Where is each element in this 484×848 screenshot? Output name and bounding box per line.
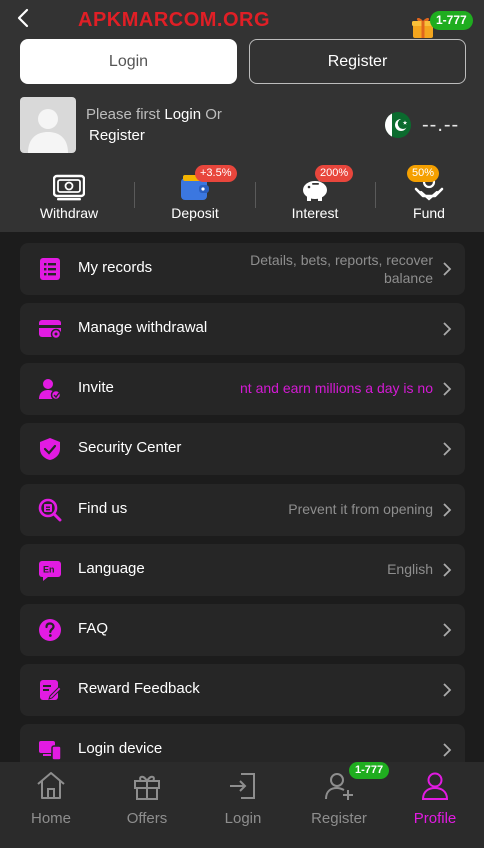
nav-label: Login — [224, 810, 262, 827]
deposit-bonus-badge: +3.5% — [195, 165, 237, 182]
interest-action[interactable]: 200% Interest — [265, 165, 365, 226]
divider — [375, 182, 376, 208]
selected-language: English — [387, 561, 433, 577]
watermark: APKMARCOM.ORG — [78, 9, 271, 31]
interest-bonus-badge: 200% — [315, 165, 354, 182]
nav-label: Register — [311, 810, 367, 827]
chevron-right-icon — [441, 622, 453, 638]
fund-bonus-badge: 50% — [407, 165, 440, 182]
chevron-right-icon — [441, 261, 453, 277]
avatar[interactable] — [20, 97, 76, 153]
back-arrow-icon[interactable] — [12, 6, 36, 30]
nav-home[interactable]: Home — [3, 762, 99, 848]
login-prompt-prefix: Please first — [86, 106, 165, 123]
deposit-label: Deposit — [171, 205, 219, 221]
deposit-action[interactable]: +3.5% Deposit — [145, 165, 245, 226]
menu-item-description: Prevent it from opening — [288, 501, 433, 517]
chevron-right-icon — [441, 682, 453, 698]
login-button[interactable]: Login — [20, 39, 237, 84]
pakistan-flag-icon[interactable] — [385, 112, 411, 138]
menu-item-manage-withdrawal[interactable]: Manage withdrawal — [20, 303, 465, 355]
menu-item-label: Login device — [78, 740, 163, 757]
menu-item-my-records[interactable]: My records Details, bets, reports, recov… — [20, 243, 465, 295]
menu-item-find-us[interactable]: Find us Prevent it from opening — [20, 484, 465, 536]
records-icon — [38, 257, 62, 281]
language-icon: En — [38, 558, 62, 582]
chevron-right-icon — [441, 502, 453, 518]
fund-action[interactable]: 50% Fund — [379, 165, 479, 226]
withdraw-label: Withdraw — [39, 205, 99, 221]
menu-item-reward-feedback[interactable]: Reward Feedback — [20, 664, 465, 716]
chevron-right-icon — [441, 321, 453, 337]
profile-icon — [419, 770, 451, 802]
nav-login[interactable]: Login — [195, 762, 291, 848]
divider — [134, 182, 135, 208]
description-line: Details, bets, reports, recover — [250, 252, 433, 268]
nav-label: Home — [30, 810, 71, 827]
bottom-nav: Home Offers Login Register 1-777 Profile — [0, 762, 484, 848]
home-icon — [35, 770, 67, 802]
register-button[interactable]: Register — [249, 39, 466, 84]
gift-icon — [131, 770, 163, 802]
menu-item-label: FAQ — [78, 620, 109, 637]
menu-item-label: Manage withdrawal — [78, 319, 208, 336]
menu-item-label: Invite — [78, 379, 114, 396]
menu-item-label: Language — [78, 560, 145, 577]
menu-item-security-center[interactable]: Security Center — [20, 423, 465, 475]
menu-item-invite[interactable]: Invite nt and earn millions a day is no — [20, 363, 465, 415]
register-bonus-badge: 1-777 — [349, 762, 390, 779]
nav-profile[interactable]: Profile — [387, 762, 483, 848]
question-icon — [38, 618, 62, 642]
menu-item-description: Details, bets, reports, recover balance — [250, 251, 433, 287]
invite-marquee-text: nt and earn millions a day is no — [223, 380, 433, 396]
description-line: balance — [383, 270, 433, 286]
menu-item-label: Reward Feedback — [78, 680, 200, 697]
menu-item-faq[interactable]: FAQ — [20, 604, 465, 656]
svg-text:En: En — [43, 565, 55, 575]
balance-value: --.-- — [422, 114, 460, 136]
nav-offers[interactable]: Offers — [99, 762, 195, 848]
chevron-right-icon — [441, 562, 453, 578]
card-icon — [38, 317, 62, 341]
login-prompt: Please first Login Or Register — [86, 104, 256, 146]
login-door-icon — [227, 770, 259, 802]
nav-label: Profile — [413, 810, 457, 827]
withdraw-action[interactable]: Withdraw — [19, 170, 119, 226]
chevron-right-icon — [441, 381, 453, 397]
invite-user-icon — [38, 377, 62, 401]
menu-item-label: Security Center — [78, 439, 182, 456]
gift-badge: 1-777 — [430, 11, 473, 30]
find-icon — [38, 498, 62, 522]
interest-label: Interest — [291, 205, 339, 221]
register-link[interactable]: Register — [89, 127, 145, 144]
chevron-right-icon — [441, 441, 453, 457]
shield-check-icon — [38, 437, 62, 461]
profile-header: APKMARCOM.ORG 1-777 Login Register Pleas… — [0, 0, 484, 232]
menu-item-language[interactable]: En Language English — [20, 544, 465, 596]
menu-item-label: Find us — [78, 500, 128, 517]
marquee-line: nt and earn millions a day is no — [240, 380, 433, 396]
login-prompt-or: Or — [201, 106, 222, 123]
nav-label: Offers — [126, 810, 168, 827]
fund-label: Fund — [413, 205, 445, 221]
divider — [255, 182, 256, 208]
device-icon — [38, 738, 62, 762]
menu-item-label: My records — [78, 259, 153, 276]
wallet-cash-icon — [52, 172, 86, 202]
chevron-right-icon — [441, 742, 453, 758]
login-link[interactable]: Login — [164, 106, 201, 123]
feedback-icon — [38, 678, 62, 702]
